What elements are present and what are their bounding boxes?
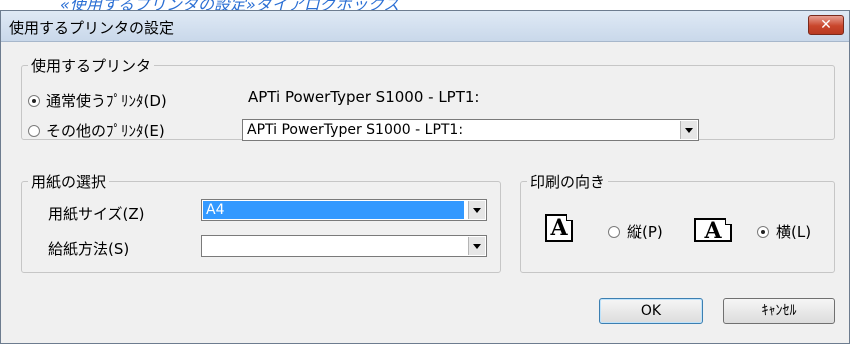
close-icon: ✕: [820, 17, 832, 33]
other-printer-radio[interactable]: [28, 125, 40, 137]
default-printer-name: APTi PowerTyper S1000 - LPT1:: [248, 88, 480, 106]
other-printer-value: APTi PowerTyper S1000 - LPT1:: [247, 122, 464, 138]
default-printer-radio[interactable]: [28, 95, 40, 107]
cancel-button[interactable]: ｷｬﾝｾﾙ: [723, 298, 835, 324]
portrait-radio[interactable]: [608, 226, 620, 238]
printer-settings-dialog: 使用するプリンタの設定 ✕ 使用するプリンタ 通常使うﾌﾟﾘﾝﾀ(D) APTi…: [0, 10, 850, 344]
other-printer-select[interactable]: APTi PowerTyper S1000 - LPT1:: [242, 119, 699, 141]
portrait-page-icon: A: [545, 214, 573, 242]
other-printer-label[interactable]: その他のﾌﾟﾘﾝﾀ(E): [46, 120, 165, 141]
paper-size-label: 用紙サイズ(Z): [48, 205, 145, 223]
paper-group-legend: 用紙の選択: [31, 173, 107, 191]
paper-feed-select[interactable]: [201, 235, 487, 257]
ok-button[interactable]: OK: [599, 298, 703, 324]
printer-group-legend: 使用するプリンタ: [31, 57, 152, 75]
portrait-label[interactable]: 縦(P): [627, 221, 663, 242]
default-printer-label[interactable]: 通常使うﾌﾟﾘﾝﾀ(D): [46, 90, 167, 111]
paper-size-value: A4: [203, 201, 464, 219]
landscape-page-icon: A: [694, 218, 732, 242]
paper-feed-label: 給紙方法(S): [48, 240, 130, 258]
close-button[interactable]: ✕: [808, 15, 844, 35]
dialog-title: 使用するプリンタの設定: [9, 19, 175, 37]
orientation-group-legend: 印刷の向き: [530, 173, 606, 191]
landscape-radio[interactable]: [757, 226, 769, 238]
chevron-down-icon[interactable]: [468, 237, 485, 255]
title-bar: 使用するプリンタの設定 ✕: [1, 11, 849, 42]
chevron-down-icon[interactable]: [680, 121, 697, 139]
paper-size-select[interactable]: A4: [201, 199, 487, 221]
landscape-label[interactable]: 横(L): [776, 221, 811, 242]
chevron-down-icon[interactable]: [468, 201, 485, 219]
